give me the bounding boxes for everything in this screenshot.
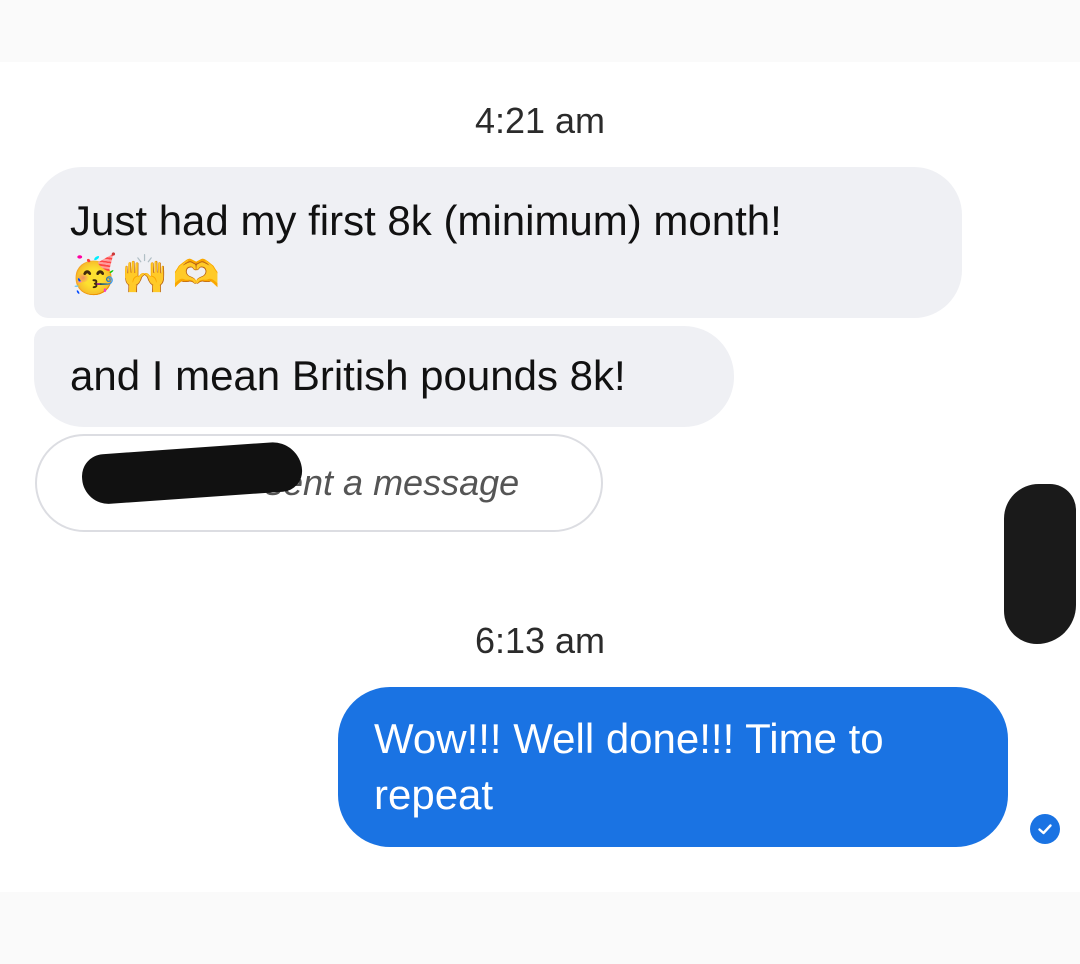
system-notice-text: sent a message [265, 462, 520, 503]
incoming-message[interactable]: Just had my first 8k (minimum) month! 🥳 … [34, 167, 962, 318]
timestamp: 6:13 am [474, 620, 606, 661]
emoji-row: 🥳 🙌 🫶 [70, 251, 926, 299]
raising-hands-icon: 🙌 [121, 254, 169, 296]
top-bar [0, 0, 1080, 62]
message-text: Just had my first 8k (minimum) month! [70, 197, 782, 244]
heart-hands-icon: 🫶 [172, 254, 220, 296]
message-text: and I mean British pounds 8k! [70, 352, 626, 399]
partying-face-icon: 🥳 [70, 254, 118, 296]
outgoing-message[interactable]: Wow!!! Well done!!! Time to repeat [338, 687, 1008, 847]
bottom-bar [0, 892, 1080, 964]
timestamp: 4:21 am [474, 100, 606, 141]
check-circle-icon [1030, 814, 1060, 844]
message-text: Wow!!! Well done!!! Time to repeat [374, 715, 884, 818]
incoming-message[interactable]: and I mean British pounds 8k! [34, 326, 734, 427]
